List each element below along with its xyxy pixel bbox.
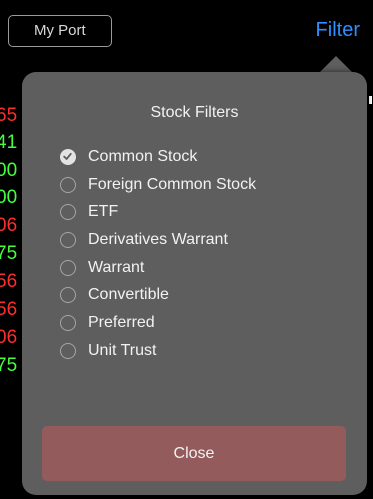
- filter-option-label: Foreign Common Stock: [88, 175, 257, 193]
- filter-option-common-stock[interactable]: Common Stock: [60, 143, 256, 171]
- filter-option-derivatives-warrant[interactable]: Derivatives Warrant: [60, 226, 256, 254]
- filter-option-convertible[interactable]: Convertible: [60, 281, 256, 309]
- stock-filters-popover: Stock Filters Common Stock Foreign Commo…: [22, 72, 367, 495]
- background-value: 06: [0, 328, 18, 348]
- background-value: 56: [0, 300, 18, 320]
- radio-circle-icon: [60, 176, 76, 193]
- filter-option-preferred[interactable]: Preferred: [60, 309, 256, 337]
- filter-option-label: Unit Trust: [88, 341, 157, 359]
- background-divider: [369, 96, 372, 104]
- close-button[interactable]: Close: [42, 426, 346, 481]
- background-value: 00: [0, 161, 18, 181]
- radio-circle-icon: [60, 259, 76, 276]
- background-value: 75: [0, 356, 18, 376]
- background-value: 41: [0, 133, 18, 153]
- filter-option-warrant[interactable]: Warrant: [60, 254, 256, 282]
- background-value: 75: [0, 244, 18, 264]
- filter-option-label: ETF: [88, 203, 119, 221]
- filter-option-label: Convertible: [88, 286, 169, 304]
- radio-circle-icon: [60, 231, 76, 248]
- filter-option-label: Common Stock: [88, 147, 198, 165]
- filter-option-unit-trust[interactable]: Unit Trust: [60, 337, 256, 365]
- filter-button[interactable]: Filter: [316, 17, 360, 43]
- background-value: 06: [0, 216, 18, 236]
- radio-circle-icon: [60, 342, 76, 359]
- radio-circle-icon: [60, 287, 76, 304]
- checkmark-circle-icon: [60, 148, 76, 165]
- filter-option-foreign-common-stock[interactable]: Foreign Common Stock: [60, 171, 256, 199]
- filter-option-label: Preferred: [88, 313, 155, 331]
- popover-arrow: [319, 56, 353, 73]
- background-value: 00: [0, 188, 18, 208]
- radio-circle-icon: [60, 314, 76, 331]
- popover-title: Stock Filters: [150, 104, 239, 121]
- filter-option-list: Common Stock Foreign Common Stock ETF De…: [60, 143, 256, 365]
- background-value: 65: [0, 106, 18, 126]
- filter-option-label: Derivatives Warrant: [88, 230, 228, 248]
- filter-option-etf[interactable]: ETF: [60, 198, 256, 226]
- radio-circle-icon: [60, 204, 76, 221]
- filter-option-label: Warrant: [88, 258, 145, 276]
- background-value: 56: [0, 272, 18, 292]
- my-port-button[interactable]: My Port: [8, 15, 112, 47]
